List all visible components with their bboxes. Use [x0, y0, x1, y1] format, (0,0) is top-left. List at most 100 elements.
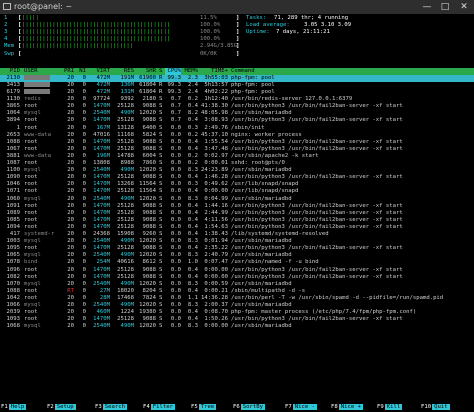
terminal-icon	[3, 3, 11, 10]
fkey-search-button[interactable]: F3 Search	[94, 403, 127, 412]
cell-virt: 2540M	[93, 302, 110, 308]
cell-mem: 0.4	[187, 316, 198, 323]
process-row[interactable]: 2130 20 0 472M 191M 61900 R 99.3 2.3 3h55:03 php-f…	[0, 74, 474, 82]
cell-pri: 20	[67, 181, 74, 188]
fkey-nice-button[interactable]: F8 Nice +	[330, 403, 363, 412]
process-row[interactable]: 1064 mysql 20 0 2540M 490M 12020 S 0.7 8.2 48:05.9…	[0, 110, 474, 117]
fkey-kill-button[interactable]: F9 Kill	[376, 403, 403, 412]
cell-pri: 20	[67, 81, 74, 88]
process-row[interactable]: 1130 redis 20 0 97724 9392 2180 S 0.7 0.2 1h12:40/…	[0, 96, 474, 103]
cell-mem: 8.3	[187, 280, 198, 287]
process-row[interactable]: 417 systemd-r 20 0 24368 15908 9260 S 0.0 0.4 1:38…	[0, 231, 474, 238]
process-row[interactable]: 3894 root 20 0 1470M 25128 9088 S 0.7 0.4 3:08.93/…	[0, 117, 474, 124]
process-row[interactable]: 1042 root 20 0 28M 17468 7824 S 0.0 1.1 14:36.28/u…	[0, 295, 474, 302]
process-row[interactable]: 1090 root 20 0 1470M 25128 9088 S 0.0 0.4 1:46.28/…	[0, 174, 474, 181]
header-command: Command	[231, 67, 255, 74]
cell-pid: 2039	[6, 309, 20, 316]
process-row[interactable]: 1093 root 20 0 1470M 25128 9088 S 0.0 0.4 1:50.26/…	[0, 316, 474, 323]
fkey-label: Tree	[198, 404, 217, 410]
cell-virt: 1470M	[93, 316, 110, 323]
fkey-sortby-button[interactable]: F6 SortBy	[232, 403, 265, 412]
fkey-nice-button[interactable]: F7 Nice -	[284, 403, 317, 412]
process-row[interactable]: 1082 root 20 0 1470M 25128 9088 S 0.0 0.4 0:00.00/…	[0, 274, 474, 281]
cell-mem: 8.3	[187, 323, 198, 330]
cell-ni: 0	[82, 188, 86, 195]
process-row[interactable]: 1088 root RT 0 27M 18020 8204 S 0.0 0.4 0:00.21/sb…	[0, 288, 474, 295]
cell-res: 136M	[120, 81, 134, 88]
cell-cpu: 0.7	[170, 103, 181, 110]
process-row[interactable]: 1091 root 20 0 1470M 25128 9088 S 0.0 0.4 1:44.16/…	[0, 203, 474, 210]
process-row[interactable]: 3413 20 0 472M 136M 61804 R 99.3 2.4 5h13:57 php-f…	[0, 81, 474, 89]
fkey-help-button[interactable]: F1 Help	[0, 403, 27, 412]
process-row[interactable]: 3865 root 20 0 1470M 25128 9088 S 0.7 0.4 41:38.30…	[0, 103, 474, 110]
cell-user: mysql	[24, 167, 41, 174]
cell-pid: 1	[16, 124, 20, 131]
cell-user: root	[24, 145, 38, 152]
cell-s: S	[159, 294, 163, 301]
process-row[interactable]: 1068 mysql 20 0 2540M 490M 12020 S 0.0 8.3 0:00.00…	[0, 323, 474, 330]
cell-pid: 417	[9, 231, 20, 237]
cell-ni: 0	[82, 174, 86, 181]
cell-virt: 1470M	[93, 216, 110, 223]
close-icon[interactable]: ✕	[455, 0, 473, 14]
cpu-meter-4-close: ]	[236, 36, 240, 43]
process-row[interactable]: 1066 mysql 20 0 2540M 490M 12020 S 0.0 8.3 2:00.37…	[0, 302, 474, 309]
process-row[interactable]: 1046 root 20 0 1470M 13268 11564 S 0.0 0.3 0:49.62…	[0, 181, 474, 188]
cell-ni: 0	[82, 124, 86, 131]
fkey-tree-button[interactable]: F5 Tree	[190, 403, 217, 412]
mem-meter-label: Mem	[4, 43, 15, 50]
fkey-label: Nice +	[338, 404, 363, 410]
process-row[interactable]: 1065 mysql 20 0 2540M 490M 12020 S 0.0 8.3 2:40.79…	[0, 252, 474, 259]
cell-cpu: 0.0	[170, 302, 181, 308]
cell-time: 1:44.16	[204, 202, 228, 209]
cell-time: 2:44.99	[204, 209, 228, 216]
cell-res: 25128	[117, 103, 134, 110]
cell-ni: 0	[82, 287, 86, 294]
process-row[interactable]: 1003 mysql 20 0 2540M 490M 12020 S 0.0 8.3 0:01.94…	[0, 238, 474, 245]
fkey-key: F10	[420, 404, 433, 410]
cell-ni: 0	[82, 103, 86, 110]
cell-virt: 1470M	[93, 266, 110, 273]
cell-s: S	[159, 238, 163, 245]
cell-time: 3:47.48	[204, 145, 228, 152]
cell-time: 2:35.22	[204, 245, 228, 252]
cell-virt: 472M	[96, 81, 110, 88]
minimize-icon[interactable]: —	[418, 0, 436, 14]
process-row[interactable]: 1071 root 20 0 1470M 25128 11564 S 0.0 0.4 0:00.00…	[0, 188, 474, 195]
process-row[interactable]: 1060 mysql 20 0 2540M 490M 12020 S 0.0 8.3 0:04.99…	[0, 196, 474, 203]
maximize-icon[interactable]: □	[436, 0, 454, 14]
cell-pid: 1093	[6, 316, 20, 323]
process-row[interactable]: 1067 root 20 0 1470M 25128 9088 S 0.0 0.4 3:47.48/…	[0, 146, 474, 153]
fkey-quit-button[interactable]: F10 Quit	[420, 403, 450, 412]
cell-cmd: /usr/bin/python3 /usr/bin/fail2ban-serve…	[231, 245, 403, 252]
process-row[interactable]: 1094 root 20 0 1470M 25128 9088 S 0.0 0.4 1:54.63/…	[0, 224, 474, 231]
cell-s: S	[159, 323, 163, 330]
fkey-label: Setup	[54, 404, 76, 410]
process-row[interactable]: 1087 root 20 0 13808 8988 7860 S 0.0 0.2 0:00.01 ss…	[0, 160, 474, 167]
process-row[interactable]: 1100 mysql 20 0 2540M 490M 12020 S 0.0 8.3 24:23.8…	[0, 167, 474, 174]
process-row[interactable]: 1078 bind 20 0 254M 40616 8612 S 0.0 1.0 0:07.47/u…	[0, 259, 474, 266]
cell-time: 1:50.26	[204, 316, 228, 323]
fkey-setup-button[interactable]: F2 Setup	[46, 403, 76, 412]
cell-cmd: /usr/bin/python3 /usr/bin/fail2ban-serve…	[231, 138, 403, 145]
cell-mem: 0.4	[187, 266, 198, 273]
fkey-filter-button[interactable]: F4 Filter	[142, 403, 175, 412]
process-row[interactable]: 1088 root 20 0 1470M 25128 9088 S 0.0 0.4 1:55.54/…	[0, 139, 474, 146]
cell-pid: 1085	[6, 216, 20, 223]
process-row[interactable]: 1096 root 20 0 1470M 25128 9088 S 0.0 0.4 0:00.00/…	[0, 267, 474, 274]
process-row[interactable]: 1085 root 20 0 1470M 25128 9088 S 0.0 0.4 4:11.56/…	[0, 217, 474, 224]
header-ni: NI	[79, 67, 86, 74]
process-row[interactable]: 2039 root 20 0 460M 1224 19380 S 0.0 0.4 0:08.70 ph…	[0, 309, 474, 316]
process-row[interactable]: 1 root 20 0 167M 13128 6400 S 0.0 0.3 2:49.76/sbin…	[0, 125, 474, 132]
cell-pri: 20	[67, 167, 74, 174]
process-row[interactable]: 6179 20 0 472M 131M 61804 R 99.3 2.4 4h02:22 php-f…	[0, 89, 474, 96]
mem-meter: Mem[||||||||||||||||||||||||||||||||| 2.9…	[4, 43, 240, 50]
process-row[interactable]: 3881 www-data 20 0 196M 14788 6004 S 0.0 0.2 0:02.…	[0, 153, 474, 160]
cell-time: 4h02:22	[204, 89, 228, 95]
process-row[interactable]: 1089 root 20 0 1470M 25128 9088 S 0.0 0.4 2:44.99/…	[0, 210, 474, 217]
cell-res: 25128	[117, 273, 134, 280]
process-row[interactable]: 1070 mysql 20 0 2540M 490M 12020 S 0.0 8.3 0:00.59…	[0, 281, 474, 288]
header-s: S	[159, 67, 163, 74]
process-row[interactable]: 2653 www-data 20 0 47016 11168 5824 S 0.0 0.2 45:3…	[0, 132, 474, 139]
process-row[interactable]: 1095 root 20 0 1470M 25128 9088 S 0.0 0.4 2:35.22/…	[0, 245, 474, 252]
